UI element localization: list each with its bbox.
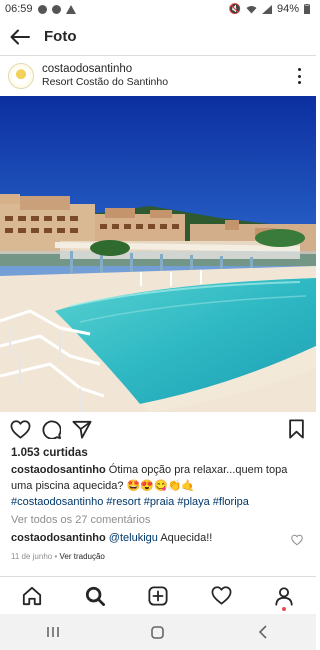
recent-apps-icon (46, 627, 59, 637)
spotify-icon (51, 4, 61, 14)
signal-icon (261, 4, 272, 14)
nav-new-post[interactable] (138, 578, 178, 614)
back-system-button[interactable] (243, 617, 283, 647)
caption-hashtags[interactable]: #costaodosantinho #resort #praia #playa … (11, 496, 249, 508)
post-header: costaodosantinho Resort Costão do Santin… (0, 56, 316, 96)
comment-button[interactable] (39, 417, 63, 441)
search-icon (85, 586, 105, 606)
page-title: Foto (44, 28, 77, 45)
status-left: 06:59 (5, 3, 76, 15)
post-photo[interactable] (0, 96, 316, 412)
meta-separator: • (54, 552, 58, 561)
mute-icon: 🔇 (228, 3, 241, 15)
bookmark-icon (288, 419, 304, 439)
post-location[interactable]: Resort Costão do Santinho (42, 76, 168, 89)
battery-icon (304, 4, 310, 14)
post-caption: costaodosantinho Ótima opção pra relaxar… (11, 462, 309, 510)
back-button[interactable] (0, 18, 40, 56)
save-button[interactable] (284, 417, 308, 441)
message-icon (37, 4, 47, 14)
app-bar: Foto (0, 18, 316, 56)
nav-search[interactable] (75, 578, 115, 614)
caption-username[interactable]: costaodosantinho (11, 464, 106, 476)
battery-level: 94% (276, 3, 299, 15)
wifi-icon (246, 5, 257, 13)
comment-username[interactable]: costaodosantinho (11, 532, 106, 544)
nav-profile[interactable] (264, 578, 304, 614)
avatar-logo (12, 67, 30, 85)
comment-item: costaodosantinho @telukigu Aquecida!! (11, 532, 291, 544)
post-user-info: costaodosantinho Resort Costão do Santin… (42, 63, 168, 89)
bottom-navigation (0, 576, 316, 614)
comment-icon (42, 420, 61, 439)
nav-home[interactable] (12, 578, 52, 614)
post-username[interactable]: costaodosantinho (42, 63, 168, 76)
system-navigation (0, 614, 316, 650)
more-vertical-icon[interactable] (296, 68, 302, 84)
back-arrow-icon (10, 29, 30, 44)
share-icon (72, 420, 92, 439)
back-button-icon (259, 625, 267, 639)
translate-link[interactable]: Ver tradução (60, 552, 105, 561)
activity-heart-icon (211, 586, 232, 605)
warning-icon (65, 4, 76, 14)
post-actions (0, 417, 316, 443)
comment-mention[interactable]: @telukigu (109, 532, 158, 544)
resort-pool-image (0, 96, 316, 412)
add-post-icon (148, 585, 168, 606)
avatar[interactable] (8, 63, 34, 89)
heart-icon (10, 419, 30, 439)
share-button[interactable] (70, 417, 94, 441)
home-button-icon (151, 625, 165, 639)
home-icon (22, 586, 41, 605)
status-time: 06:59 (5, 3, 33, 15)
post-date: 11 de junho (11, 552, 53, 561)
post-meta: 11 de junho • Ver tradução (11, 552, 105, 561)
status-bar: 06:59 🔇 94% (0, 0, 316, 18)
view-all-comments-link[interactable]: Ver todos os 27 comentários (11, 514, 150, 526)
recent-apps-button[interactable] (33, 617, 73, 647)
likes-count[interactable]: 1.053 curtidas (11, 447, 88, 459)
profile-icon (275, 586, 293, 606)
home-system-button[interactable] (138, 617, 178, 647)
like-button[interactable] (8, 417, 32, 441)
nav-activity[interactable] (201, 578, 241, 614)
comment-text: Aquecida!! (160, 532, 213, 544)
notification-dot (282, 606, 287, 611)
status-right: 🔇 94% (229, 3, 310, 15)
comment-heart-icon[interactable] (291, 534, 303, 546)
